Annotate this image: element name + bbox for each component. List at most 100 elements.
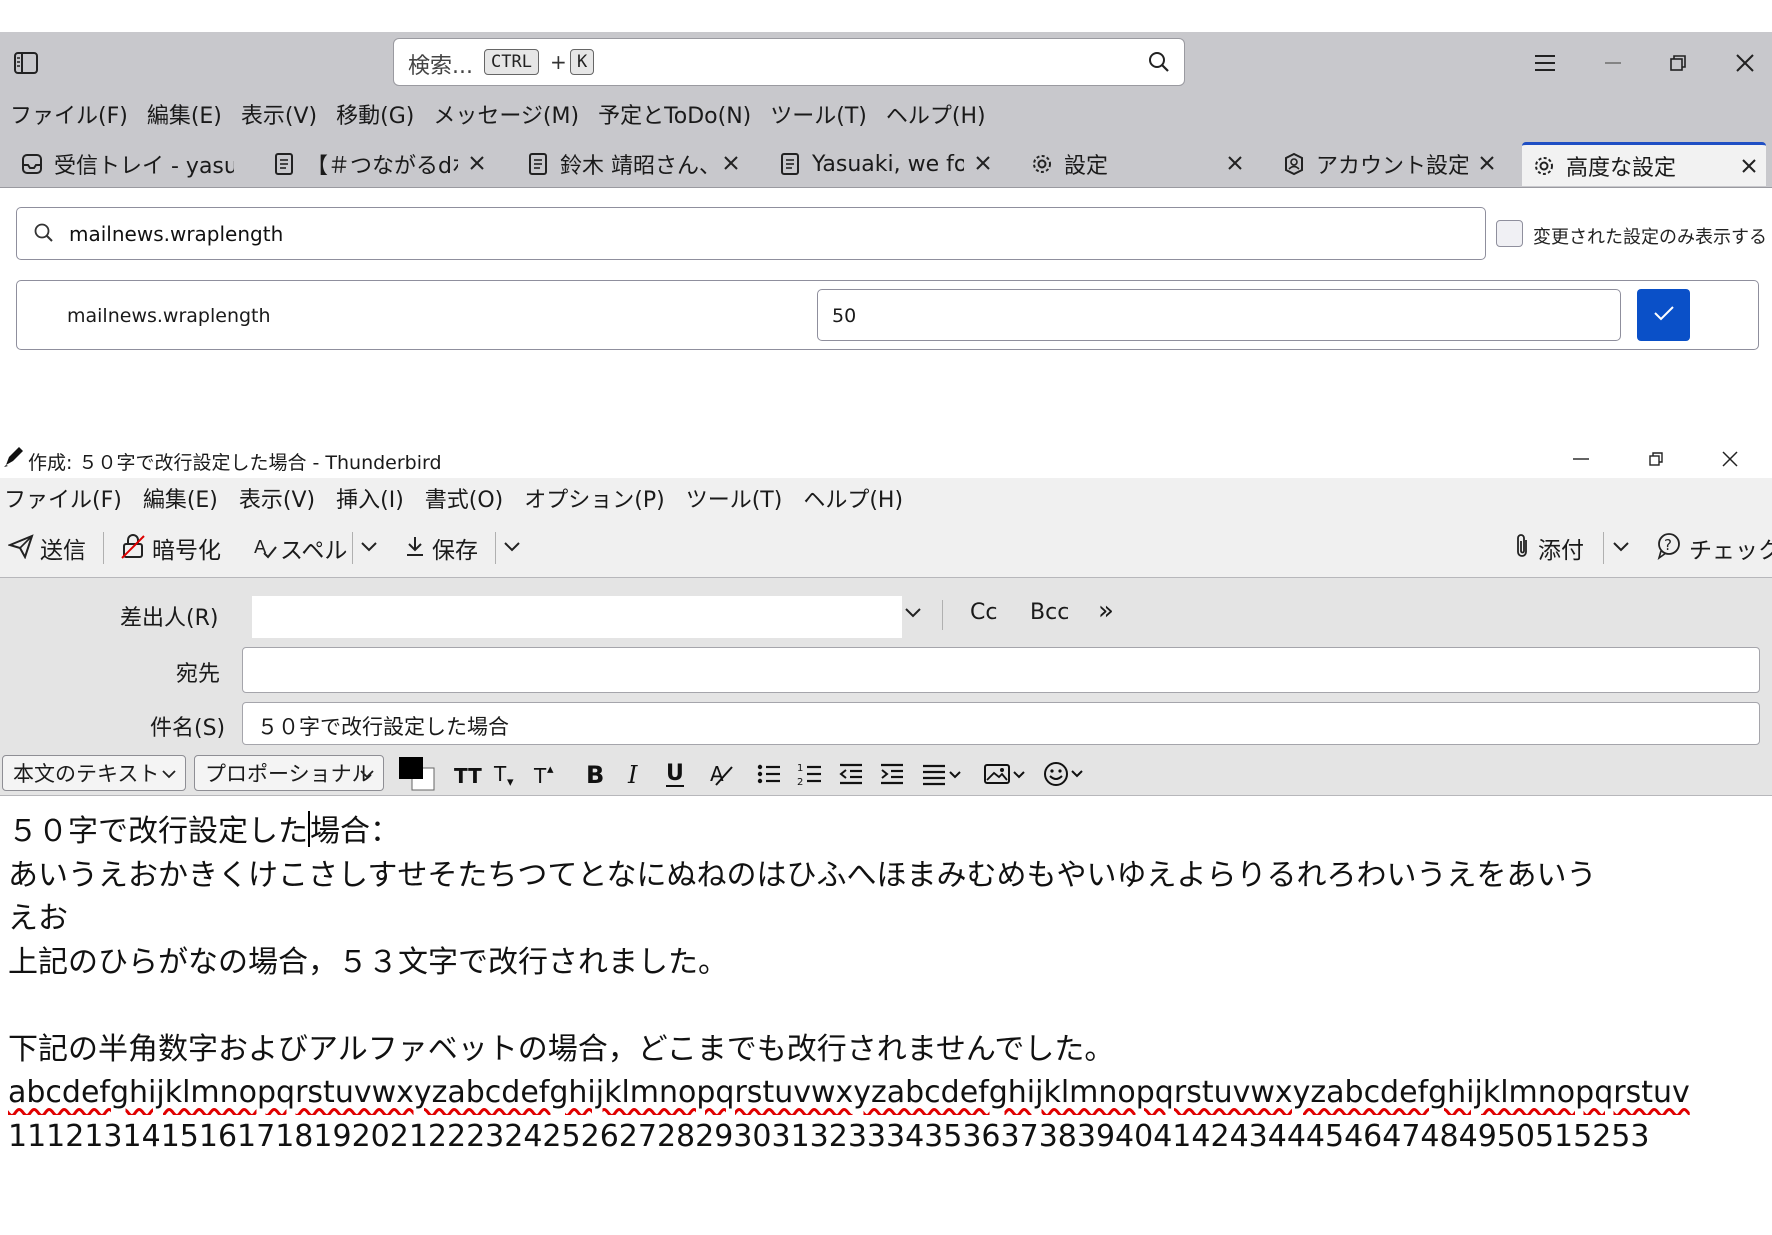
menu-file[interactable]: ファイル(F) (4, 482, 122, 514)
check-button[interactable]: ? チェック (1655, 528, 1772, 568)
pref-value-input[interactable]: 50 (817, 289, 1621, 341)
paragraph-format-select[interactable]: 本文のテキスト (2, 755, 186, 791)
menu-view[interactable]: 表示(V) (241, 98, 317, 130)
body-line: えお (8, 901, 68, 936)
tab-message-3[interactable]: Yasuaki, we fo (778, 142, 1000, 186)
encrypt-button[interactable]: 暗号化 (120, 528, 221, 568)
menu-file[interactable]: ファイル(F) (10, 98, 128, 130)
from-label: 差出人(R) (120, 606, 219, 631)
to-input[interactable] (242, 647, 1760, 693)
gear-icon (1030, 152, 1054, 176)
menu-insert[interactable]: 挿入(I) (336, 482, 404, 514)
title-bar: 検索... CTRL + K (0, 32, 1772, 94)
account-icon (1282, 152, 1306, 176)
minimize-icon[interactable] (1596, 46, 1630, 80)
chevron-down-icon[interactable] (902, 602, 924, 624)
menu-help[interactable]: ヘルプ(H) (803, 482, 903, 514)
close-icon[interactable] (1476, 152, 1498, 174)
save-dropdown-button[interactable] (501, 528, 523, 568)
subject-label: 件名(S) (150, 716, 226, 741)
menu-format[interactable]: 書式(O) (425, 482, 503, 514)
close-window-icon[interactable] (1728, 46, 1762, 80)
restore-icon[interactable] (1643, 446, 1669, 472)
svg-text:T: T (493, 762, 507, 786)
app-menu-icon[interactable] (1528, 46, 1562, 80)
tab-account-settings[interactable]: アカウント設定 (1282, 142, 1504, 186)
outdent-icon[interactable] (834, 757, 868, 791)
svg-text:B: B (586, 761, 604, 787)
send-button[interactable]: 送信 (7, 528, 86, 568)
tab-settings[interactable]: 設定 (1030, 142, 1252, 186)
menu-edit[interactable]: 編集(E) (147, 98, 222, 130)
close-icon[interactable] (1738, 155, 1760, 177)
close-icon[interactable] (466, 152, 488, 174)
emoji-menu-icon[interactable] (1042, 757, 1092, 791)
text-color-button[interactable] (396, 754, 438, 792)
tab-message-2[interactable]: 鈴木 靖昭さん、 (526, 142, 748, 186)
global-search-input[interactable]: 検索... CTRL + K (393, 38, 1185, 86)
attach-button[interactable]: 添付 (1512, 528, 1584, 568)
close-icon[interactable] (720, 152, 742, 174)
compose-toolbar: 送信 暗号化 A スペル 保存 添付 ? チェック (0, 518, 1772, 578)
show-modified-label: 変更された設定のみ表示する (1533, 227, 1767, 248)
spell-button[interactable]: A スペル (252, 528, 347, 568)
svg-text:TT: TT (454, 764, 482, 786)
italic-icon[interactable]: I (618, 757, 652, 791)
config-search-value: mailnews.wraplength (69, 222, 284, 246)
subject-input[interactable]: ５０字で改行設定した場合 (242, 702, 1760, 745)
increase-font-icon[interactable]: T ▴ (530, 757, 564, 791)
checkmark-icon (1653, 304, 1675, 326)
remove-formatting-icon[interactable]: A (705, 757, 739, 791)
tab-title: アカウント設定 (1316, 154, 1468, 179)
attach-dropdown-button[interactable] (1610, 528, 1632, 568)
toolbar-separator (352, 532, 353, 564)
bcc-button[interactable]: Bcc (1030, 600, 1069, 625)
menu-edit[interactable]: 編集(E) (143, 482, 218, 514)
show-modified-checkbox[interactable] (1496, 220, 1523, 247)
svg-text:U: U (666, 761, 684, 786)
close-icon[interactable] (972, 152, 994, 174)
font-select[interactable]: プロポーショナル (194, 755, 384, 791)
paperclip-icon (1512, 532, 1532, 564)
font-size-smaller-icon[interactable]: TT (451, 757, 485, 791)
cc-button[interactable]: Cc (970, 600, 997, 625)
config-search-input[interactable]: mailnews.wraplength (16, 207, 1486, 260)
menu-view[interactable]: 表示(V) (239, 482, 315, 514)
menu-message[interactable]: メッセージ(M) (433, 98, 579, 130)
close-window-icon[interactable] (1717, 446, 1743, 472)
menu-go[interactable]: 移動(G) (336, 98, 414, 130)
close-icon[interactable] (1224, 152, 1246, 174)
menu-help[interactable]: ヘルプ(H) (886, 98, 986, 130)
minimize-icon[interactable] (1568, 446, 1594, 472)
spell-dropdown-button[interactable] (358, 528, 380, 568)
toolbar-separator (495, 532, 496, 564)
save-pref-button[interactable] (1637, 289, 1690, 341)
tab-inbox[interactable]: 受信トレイ - yasuz (20, 142, 260, 186)
tab-message-1[interactable]: 【＃つながるdポ (272, 142, 494, 186)
spellcheck-icon: A (252, 533, 278, 563)
spell-label: スペル (280, 538, 348, 564)
save-button[interactable]: 保存 (404, 528, 478, 568)
message-body-editor[interactable]: ５０字で改行設定した場合： あいうえおかきくけこさしすせそたちつてとなにぬねのは… (8, 810, 1772, 1158)
restore-icon[interactable] (1661, 46, 1695, 80)
underline-icon[interactable]: U (658, 757, 692, 791)
search-icon[interactable] (1148, 51, 1170, 73)
numbered-list-icon[interactable]: 12 (793, 757, 827, 791)
indent-icon[interactable] (875, 757, 909, 791)
decrease-font-icon[interactable]: T ▾ (490, 757, 524, 791)
inbox-icon (20, 152, 44, 176)
menu-options[interactable]: オプション(P) (524, 482, 664, 514)
compose-headers: 差出人(R) Cc Bcc » 宛先 件名(S) ５０字で改行設定した場合 (0, 578, 1772, 750)
more-headers-button[interactable]: » (1098, 596, 1114, 626)
menu-tools[interactable]: ツール(T) (686, 482, 783, 514)
bold-icon[interactable]: B (578, 757, 612, 791)
insert-image-menu-icon[interactable] (982, 757, 1032, 791)
bulleted-list-icon[interactable] (752, 757, 786, 791)
menu-events-tasks[interactable]: 予定とToDo(N) (598, 98, 751, 130)
folder-pane-toggle-icon[interactable] (12, 50, 40, 76)
align-menu-icon[interactable] (920, 757, 970, 791)
tab-advanced-settings[interactable]: 高度な設定 (1522, 142, 1766, 186)
svg-text:?: ? (1664, 536, 1672, 554)
from-select[interactable] (252, 596, 902, 638)
menu-tools[interactable]: ツール(T) (770, 98, 867, 130)
